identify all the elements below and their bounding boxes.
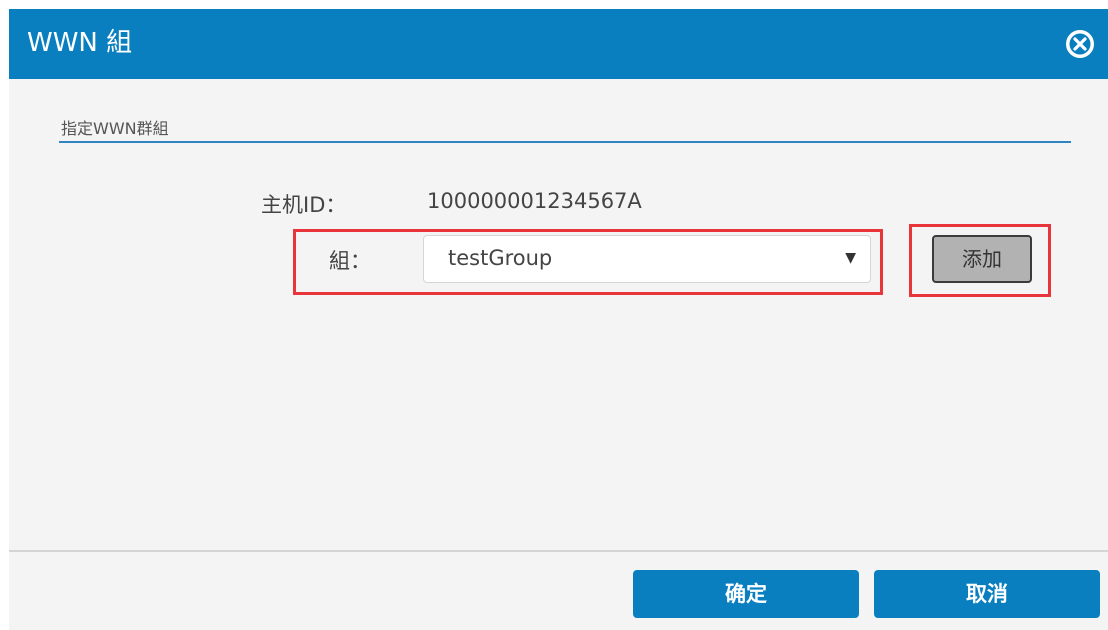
dropdown-arrow-icon: ▼ bbox=[845, 250, 856, 266]
section-label: 指定WWN群組 bbox=[61, 119, 169, 138]
ok-button[interactable]: 确定 bbox=[633, 570, 859, 618]
footer-divider bbox=[9, 550, 1108, 552]
host-id-value: 100000001234567A bbox=[427, 189, 642, 213]
add-button[interactable]: 添加 bbox=[932, 235, 1032, 283]
group-label: 組： bbox=[329, 249, 371, 273]
close-icon[interactable] bbox=[1064, 28, 1096, 60]
section-divider bbox=[59, 141, 1071, 143]
wwn-group-dialog: WWN 組 指定WWN群組 主机ID： 100000001234567A 組： … bbox=[9, 9, 1108, 630]
dialog-title: WWN 組 bbox=[27, 28, 133, 58]
cancel-button[interactable]: 取消 bbox=[874, 570, 1100, 618]
group-select-value: testGroup bbox=[448, 246, 553, 270]
host-id-label: 主机ID： bbox=[261, 193, 347, 217]
group-select[interactable]: testGroup ▼ bbox=[423, 235, 871, 283]
dialog-titlebar: WWN 組 bbox=[9, 9, 1108, 79]
